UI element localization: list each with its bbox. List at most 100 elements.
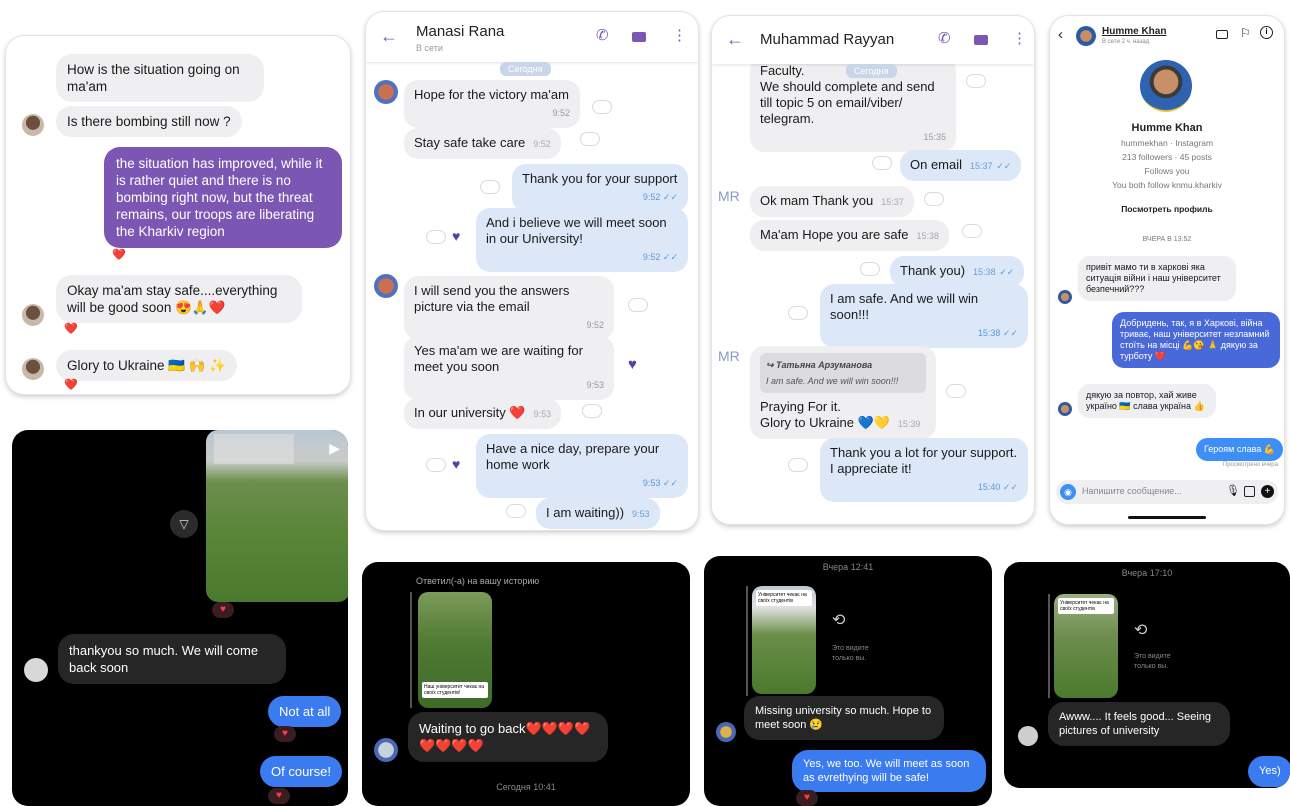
share-icon[interactable]: ▽ [170, 510, 198, 538]
play-icon[interactable]: ▶ [329, 440, 340, 457]
like-icon[interactable] [946, 384, 966, 398]
reaction-heart: ❤️ [64, 323, 78, 335]
chat-panel-humme-khan: ‹ Humme Khan В сети 2 ч. назад ⚐ i Humme… [1050, 16, 1284, 524]
message-bubble: In our university ❤️ 9:53 [404, 398, 562, 429]
like-icon[interactable] [592, 100, 612, 114]
message-bubble: Missing university so much. Hope to meet… [744, 696, 944, 740]
message-input[interactable]: Напишите сообщение... [1082, 486, 1182, 496]
avatar [374, 80, 398, 104]
like-icon[interactable] [480, 180, 500, 194]
reply-bar [1048, 594, 1050, 698]
message-bubble: Glory to Ukraine 🇺🇦 🙌 ✨ [56, 350, 238, 381]
quoted-message[interactable]: ↪ Татьяна Арзуманова I am safe. And we w… [760, 353, 926, 393]
like-icon[interactable] [788, 306, 808, 320]
chat-panel-dark-photo: ▶ ▽ ♥ thankyou so much. We will come bac… [12, 430, 348, 806]
avatar [1018, 726, 1038, 746]
like-icon[interactable] [580, 132, 600, 146]
more-menu-icon[interactable]: ⋮ [672, 26, 687, 44]
like-icon[interactable] [582, 404, 602, 418]
history-icon: ⟲ [832, 612, 846, 629]
message-bubble: Stay safe take care 9:52 [404, 128, 561, 159]
chat-panel-viber-manasi: ← Manasi Rana В сети ✆ ⋮ Сегодня Hope fo… [366, 12, 698, 530]
plus-icon[interactable]: + [1261, 485, 1274, 498]
chat-panel-viber-rayyan: Faculty. We should complete and send til… [712, 16, 1034, 524]
like-icon[interactable] [506, 504, 526, 518]
reaction-heart: ♥ [212, 602, 234, 618]
like-icon[interactable] [872, 156, 892, 170]
contact-status: В сети [416, 43, 443, 53]
date-separator: Вчера 12:41 [822, 562, 874, 572]
like-icon[interactable] [924, 192, 944, 206]
chat-header: ← Muhammad Rayyan ✆ ⋮ [712, 16, 1034, 64]
like-icon[interactable] [426, 230, 446, 244]
message-bubble-outgoing: Thank you for your support 9:52 ✓✓ [512, 164, 688, 212]
profile-name: Humme Khan [1131, 122, 1203, 134]
message-bubble: thankyou so much. We will come back soon [58, 634, 286, 684]
video-call-icon[interactable] [974, 35, 988, 45]
message-bubble: привіт мамо ти в харкові яка ситуація ві… [1078, 256, 1236, 301]
avatar-initials: MR [718, 348, 740, 364]
story-caption: Університет чекає на своїх студентів [1058, 598, 1114, 614]
back-arrow-icon[interactable]: ← [380, 26, 398, 47]
story-caption: Наш університет чекає на своїх студентів… [422, 682, 488, 698]
view-profile-button[interactable]: Посмотреть профиль [1110, 200, 1224, 218]
like-icon[interactable] [426, 458, 446, 472]
heart-reaction-icon: ♥ [452, 456, 461, 472]
message-bubble-quoted: ↪ Татьяна Арзуманова I am safe. And we w… [750, 346, 936, 439]
message-bubble-outgoing: Not at all [268, 696, 342, 727]
phone-icon[interactable]: ✆ [938, 29, 951, 47]
profile-follow-status: Follows you [1144, 166, 1190, 176]
date-chip: Сегодня [500, 62, 551, 76]
avatar [1076, 26, 1096, 46]
video-call-icon[interactable] [632, 32, 646, 42]
more-menu-icon[interactable]: ⋮ [1012, 29, 1027, 47]
chat-panel-story-reply-2: Вчера 12:41 Університет чекає на своїх с… [704, 556, 992, 806]
info-icon[interactable]: i [1260, 26, 1273, 39]
avatar [374, 738, 398, 762]
heart-reaction-icon: ♥ [452, 228, 461, 244]
gallery-icon[interactable] [1244, 486, 1255, 497]
date-separator: ВЧЕРА В 13:52 [1142, 236, 1192, 243]
only-you-label: Это видите только вы. [1134, 653, 1171, 670]
history-icon: ⟲ [1134, 622, 1148, 639]
message-bubble-outgoing: Героям слава 💪 [1196, 438, 1283, 461]
message-bubble-outgoing: And i believe we will meet soon in our U… [476, 208, 688, 272]
message-bubble: I will send you the answers picture via … [404, 276, 614, 340]
reaction-heart: ♥ [268, 788, 290, 804]
message-bubble: Is there bombing still now ? [56, 106, 242, 137]
profile-stats: 213 followers · 45 posts [1122, 152, 1212, 162]
profile-subtitle: hummekhan · Instagram [1120, 138, 1214, 148]
story-thumbnail[interactable]: Університет чекає на своїх студентів [752, 586, 816, 694]
contact-name: Manasi Rana [416, 23, 505, 40]
replied-to-story-label: Ответил(-а) на вашу историю [416, 576, 540, 586]
story-thumbnail[interactable]: Наш університет чекає на своїх студентів… [418, 592, 492, 708]
message-bubble-outgoing: Thank you) 15:38 ✓✓ [890, 256, 1025, 287]
chat-panel-story-reply-3: Вчера 17:10 Університет чекає на своїх с… [1004, 562, 1290, 788]
video-call-icon[interactable] [1216, 30, 1228, 39]
date-separator: Вчера 17:10 [1121, 568, 1173, 578]
like-icon[interactable] [962, 224, 982, 238]
message-bubble-outgoing: Have a nice day, prepare your home work 9… [476, 434, 688, 498]
chat-header: ← Manasi Rana В сети ✆ ⋮ [366, 12, 698, 62]
microphone-icon[interactable]: 🎙 [1226, 484, 1240, 497]
camera-icon[interactable]: ◉ [1060, 484, 1076, 500]
quoted-author: ↪ Татьяна Арзуманова [766, 360, 873, 370]
date-chip: Сегодня [846, 64, 897, 78]
message-bubble-outgoing: Yes) [1248, 756, 1290, 787]
message-bubble-outgoing: On email 15:37 ✓✓ [900, 150, 1022, 181]
reaction-heart: ♥ [796, 790, 818, 806]
contact-status: В сети 2 ч. назад [1102, 39, 1150, 45]
story-thumbnail[interactable]: Університет чекає на своїх студентів [1054, 594, 1118, 698]
message-bubble: дякую за повтор, хай живе україно 🇺🇦 сла… [1078, 384, 1216, 418]
like-icon[interactable] [860, 262, 880, 276]
flag-icon[interactable]: ⚐ [1240, 26, 1251, 40]
message-composer: ◉ Напишите сообщение... 🎙 + [1056, 480, 1278, 504]
like-icon[interactable] [966, 74, 986, 88]
back-arrow-icon[interactable]: ← [726, 29, 744, 50]
like-icon[interactable] [788, 458, 808, 472]
shared-photo[interactable]: ▶ [206, 430, 348, 602]
like-icon[interactable] [628, 298, 648, 312]
back-arrow-icon[interactable]: ‹ [1058, 26, 1063, 43]
heart-reaction-icon: ♥ [628, 356, 637, 373]
phone-icon[interactable]: ✆ [596, 26, 609, 44]
